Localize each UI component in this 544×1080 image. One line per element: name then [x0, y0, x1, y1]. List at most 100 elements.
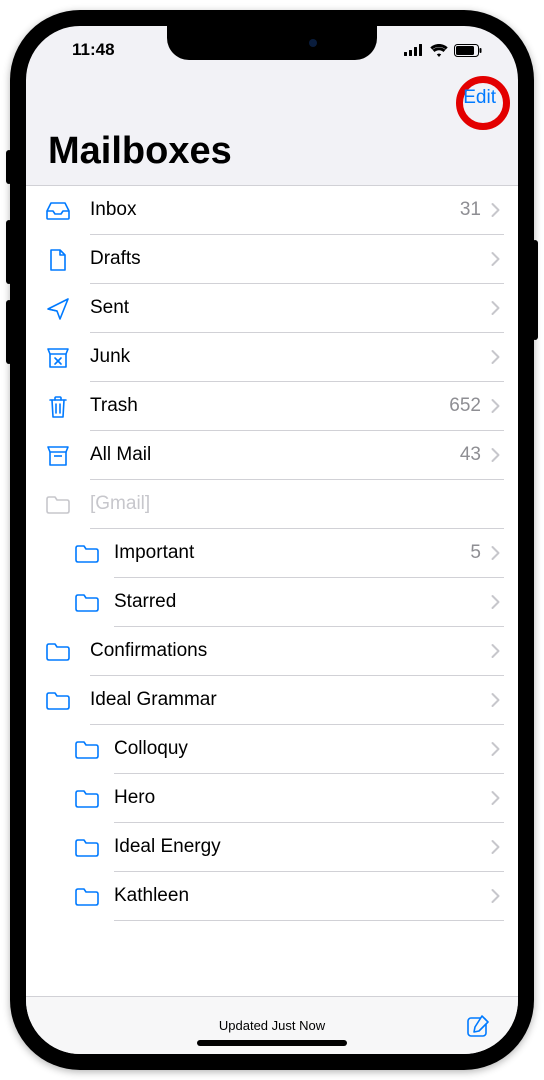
mailbox-label: [Gmail] [90, 493, 150, 515]
mailbox-row-content: Colloquy [114, 725, 504, 774]
mailbox-list: Inbox 31 Drafts Sent Junk Trash 652 All Mail 43 [… [26, 185, 518, 996]
wifi-icon [430, 44, 448, 57]
mailbox-row-starred[interactable]: Starred [26, 578, 518, 627]
mailbox-row-right [491, 300, 500, 316]
mailbox-row-content: Important5 [114, 529, 504, 578]
mailbox-label: Junk [90, 346, 130, 368]
mailbox-row-content: Trash 652 [90, 382, 504, 431]
folder-muted-icon [26, 495, 90, 515]
mailbox-row-content: Drafts [90, 235, 504, 284]
mailbox-count: 31 [460, 199, 481, 221]
chevron-right-icon [491, 692, 500, 708]
home-indicator [197, 1040, 347, 1046]
chevron-right-icon [491, 790, 500, 806]
mailbox-row-content: Starred [114, 578, 504, 627]
chevron-right-icon [491, 545, 500, 561]
chevron-right-icon [491, 349, 500, 365]
mailbox-row-content: Sent [90, 284, 504, 333]
mailbox-label: Sent [90, 297, 129, 319]
status-icons-group [404, 44, 490, 57]
mailbox-label: Trash [90, 395, 138, 417]
mailbox-row-right [491, 839, 500, 855]
status-time: 11:48 [54, 40, 115, 60]
mailbox-label: All Mail [90, 444, 151, 466]
allmail-icon [26, 445, 90, 467]
mailbox-row--gmail-: [Gmail] [26, 480, 518, 529]
compose-button[interactable] [464, 1012, 492, 1040]
chevron-right-icon [491, 839, 500, 855]
chevron-right-icon [491, 741, 500, 757]
mailbox-label: Confirmations [90, 640, 207, 662]
folder-icon [60, 838, 114, 858]
mailbox-row-content: Confirmations [90, 627, 504, 676]
nav-bar: Edit [26, 74, 518, 122]
mailbox-row-content: [Gmail] [90, 480, 504, 529]
edit-button[interactable]: Edit [463, 87, 496, 109]
mailbox-row-sent[interactable]: Sent [26, 284, 518, 333]
mailbox-row-all-mail[interactable]: All Mail 43 [26, 431, 518, 480]
mailbox-row-confirmations[interactable]: Confirmations [26, 627, 518, 676]
mailbox-label: Starred [114, 591, 176, 613]
chevron-right-icon [491, 251, 500, 267]
phone-screen: 11:48 Edit Mailboxes Inbox 31 Drafts Sent Ju… [26, 26, 518, 1054]
trash-icon [26, 395, 90, 419]
mailbox-row-hero[interactable]: Hero [26, 774, 518, 823]
mailbox-count: 43 [460, 444, 481, 466]
mailbox-row-colloquy[interactable]: Colloquy [26, 725, 518, 774]
notch [167, 26, 377, 60]
compose-icon [464, 1012, 492, 1040]
page-title: Mailboxes [26, 122, 518, 185]
mailbox-row-right [491, 741, 500, 757]
mailbox-label: Hero [114, 787, 155, 809]
phone-frame: 11:48 Edit Mailboxes Inbox 31 Drafts Sent Ju… [10, 10, 534, 1070]
chevron-right-icon [491, 447, 500, 463]
mailbox-row-right [491, 349, 500, 365]
mailbox-row-content: Kathleen [114, 872, 504, 921]
folder-icon [60, 544, 114, 564]
mailbox-row-content: Ideal Grammar [90, 676, 504, 725]
volume-up-button [6, 220, 12, 284]
mailbox-row-ideal-energy[interactable]: Ideal Energy [26, 823, 518, 872]
volume-down-button [6, 300, 12, 364]
junk-icon [26, 347, 90, 369]
mailbox-row-right [491, 594, 500, 610]
mute-switch [6, 150, 12, 184]
mailbox-row-right: 652 [449, 395, 500, 417]
inbox-icon [26, 201, 90, 221]
chevron-right-icon [491, 202, 500, 218]
mailbox-row-content: Inbox 31 [90, 186, 504, 235]
folder-icon [60, 593, 114, 613]
mailbox-row-junk[interactable]: Junk [26, 333, 518, 382]
mailbox-row-drafts[interactable]: Drafts [26, 235, 518, 284]
mailbox-row-inbox[interactable]: Inbox 31 [26, 186, 518, 235]
mailbox-label: Colloquy [114, 738, 188, 760]
battery-icon [454, 44, 482, 57]
mailbox-label: Ideal Energy [114, 836, 221, 858]
mailbox-row-important[interactable]: Important5 [26, 529, 518, 578]
mailbox-row-right [491, 251, 500, 267]
folder-icon [26, 691, 90, 711]
mailbox-label: Inbox [90, 199, 136, 221]
mailbox-count: 5 [470, 542, 481, 564]
mailbox-row-kathleen[interactable]: Kathleen [26, 872, 518, 921]
power-button [532, 240, 538, 340]
chevron-right-icon [491, 594, 500, 610]
mailbox-row-trash[interactable]: Trash 652 [26, 382, 518, 431]
mailbox-label: Ideal Grammar [90, 689, 217, 711]
mailbox-row-ideal-grammar[interactable]: Ideal Grammar [26, 676, 518, 725]
mailbox-row-right [491, 643, 500, 659]
chevron-right-icon [491, 300, 500, 316]
mailbox-row-content: Hero [114, 774, 504, 823]
mailbox-row-right [491, 692, 500, 708]
updated-status: Updated Just Now [219, 1018, 325, 1033]
mailbox-label: Drafts [90, 248, 141, 270]
folder-icon [60, 740, 114, 760]
mailbox-count: 652 [449, 395, 481, 417]
drafts-icon [26, 248, 90, 272]
chevron-right-icon [491, 643, 500, 659]
mailbox-row-right: 43 [460, 444, 500, 466]
folder-icon [26, 642, 90, 662]
mailbox-row-content: Junk [90, 333, 504, 382]
chevron-right-icon [491, 888, 500, 904]
mailbox-row-right: 31 [460, 199, 500, 221]
